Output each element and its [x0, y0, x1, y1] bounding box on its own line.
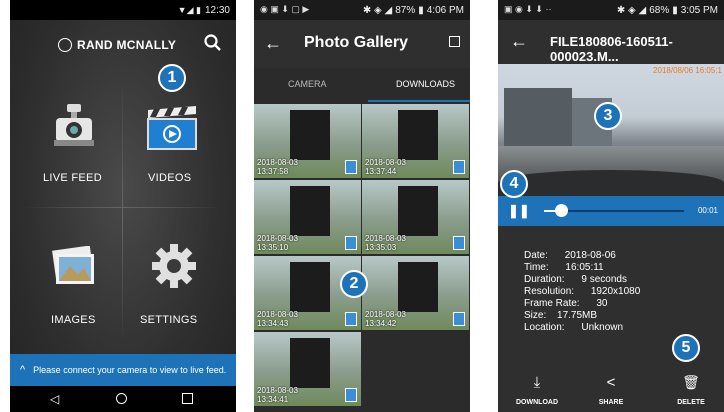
- android-nav-bar: ◁: [10, 386, 236, 412]
- notification-icons: ◉ ▣ ⬇ ▢ ▶: [260, 4, 310, 14]
- callout-badge-2: 2: [340, 270, 368, 298]
- callout-badge-3: 3: [594, 102, 622, 130]
- file-title: FILE180806-160511-000023.M...: [550, 34, 673, 64]
- recents-nav-icon[interactable]: [182, 393, 193, 404]
- tab-bar: CAMERA DOWNLOADS: [254, 68, 470, 102]
- edit-icon[interactable]: [449, 36, 460, 47]
- status-time: 12:30: [204, 4, 230, 16]
- tab-camera[interactable]: CAMERA: [288, 79, 327, 89]
- overlay-timestamp: 2018/08/06 16:05:1: [653, 66, 722, 75]
- status-bar: ▼◢ ▮ 12:30: [10, 0, 236, 20]
- thumbnail-grid: 2018-08-03 13:37:58 2018-08-03 13:37:44 20…: [254, 104, 470, 412]
- playback-controls: ❚❚ 00:01: [498, 196, 724, 226]
- share-icon: <: [606, 374, 616, 391]
- photo-gallery-screen: ◉ ▣ ⬇ ▢ ▶ ✱ ◈ ◢ 87% ▮ 4:06 PM ← Photo Ga…: [254, 0, 470, 412]
- search-icon[interactable]: [204, 34, 222, 57]
- download-icon: ⤓: [533, 374, 541, 391]
- clapperboard-icon: [147, 106, 197, 150]
- building-shape: [504, 88, 572, 150]
- trash-icon: 🗑: [682, 374, 700, 390]
- status-bar: ◉ ▣ ⬇ ▢ ▶ ✱ ◈ ◢ 87% ▮ 4:06 PM: [254, 0, 470, 20]
- settings-tile[interactable]: SETTINGS: [124, 210, 222, 342]
- status-bar: ▣ ◉ ⬇ ⬇ ·· ✱ ◈ ◢ 68% ▮ 3:05 PM: [498, 0, 724, 20]
- check-icon: [453, 160, 465, 174]
- photo-thumbnail[interactable]: 2018-08-03 13:37:44: [362, 104, 469, 178]
- compass-logo-icon: [58, 38, 72, 52]
- photo-thumbnail[interactable]: 2018-08-03 13:37:58: [254, 104, 361, 178]
- signal-icon: ▼◢ ▮: [177, 4, 201, 15]
- home-screen: ▼◢ ▮ 12:30 RAND MCNALLY LIVE FEED VIDEOS…: [10, 0, 236, 412]
- callout-badge-4: 4: [500, 170, 528, 198]
- signal-icon: ✱ ◈ ◢: [362, 4, 393, 16]
- photo-thumbnail[interactable]: 2018-08-03 13:35:10: [254, 180, 361, 254]
- tab-indicator: [368, 100, 470, 102]
- pause-icon[interactable]: ❚❚: [508, 203, 530, 219]
- photo-thumbnail[interactable]: 2018-08-03 13:34:41: [254, 332, 361, 406]
- app-bar: ← FILE180806-160511-000023.M...: [498, 20, 724, 64]
- battery-icon: ▮: [418, 4, 424, 16]
- check-icon: [345, 236, 357, 250]
- grid-divider-vertical: [122, 80, 123, 342]
- check-icon: [453, 236, 465, 250]
- gear-icon: [152, 244, 196, 288]
- page-title: Photo Gallery: [304, 34, 409, 51]
- back-nav-icon[interactable]: ◁: [50, 392, 59, 406]
- grid-divider-horizontal: [24, 207, 222, 208]
- video-player-screen: ▣ ◉ ⬇ ⬇ ·· ✱ ◈ ◢ 68% ▮ 3:05 PM ← FILE180…: [498, 0, 724, 412]
- check-icon: [345, 388, 357, 402]
- download-button[interactable]: ⤓ DOWNLOAD: [512, 374, 562, 409]
- check-icon: [345, 312, 357, 326]
- notification-icons: ▣ ◉ ⬇ ⬇ ··: [504, 4, 552, 14]
- photo-thumbnail[interactable]: 2018-08-03 13:35:03: [362, 180, 469, 254]
- video-frame[interactable]: 2018/08/06 16:05:1: [498, 64, 724, 196]
- signal-icon: ✱ ◈ ◢: [616, 4, 647, 16]
- action-bar: ⤓ DOWNLOAD < SHARE 🗑 DELETE: [498, 370, 724, 412]
- app-bar: ← Photo Gallery: [254, 20, 470, 68]
- callout-badge-5: 5: [672, 334, 700, 362]
- back-arrow-icon[interactable]: ←: [264, 33, 282, 54]
- elapsed-time: 00:01: [697, 206, 718, 215]
- chevron-up-icon: ^: [20, 364, 26, 376]
- share-button[interactable]: < SHARE: [588, 374, 634, 409]
- dashcam-icon: [54, 104, 94, 146]
- videos-tile[interactable]: VIDEOS: [124, 82, 222, 204]
- battery-icon: ▮: [672, 4, 678, 16]
- home-nav-icon[interactable]: [116, 393, 127, 404]
- tab-downloads[interactable]: DOWNLOADS: [396, 79, 455, 89]
- live-feed-tile[interactable]: LIVE FEED: [24, 82, 122, 204]
- dashboard-shape: [498, 170, 724, 196]
- delete-button[interactable]: 🗑 DELETE: [668, 374, 714, 409]
- connection-notice[interactable]: ^ Please connect your camera to view to …: [10, 354, 236, 386]
- seek-handle[interactable]: [554, 204, 568, 217]
- photo-thumbnail[interactable]: 2018-08-03 13:34:42: [362, 256, 469, 330]
- photos-icon: [52, 246, 94, 284]
- check-icon: [345, 160, 357, 174]
- back-arrow-icon[interactable]: ←: [510, 31, 528, 52]
- images-tile[interactable]: IMAGES: [24, 210, 122, 342]
- brand-logo: RAND MCNALLY: [58, 36, 188, 54]
- callout-badge-1: 1: [158, 64, 186, 92]
- check-icon: [453, 312, 465, 326]
